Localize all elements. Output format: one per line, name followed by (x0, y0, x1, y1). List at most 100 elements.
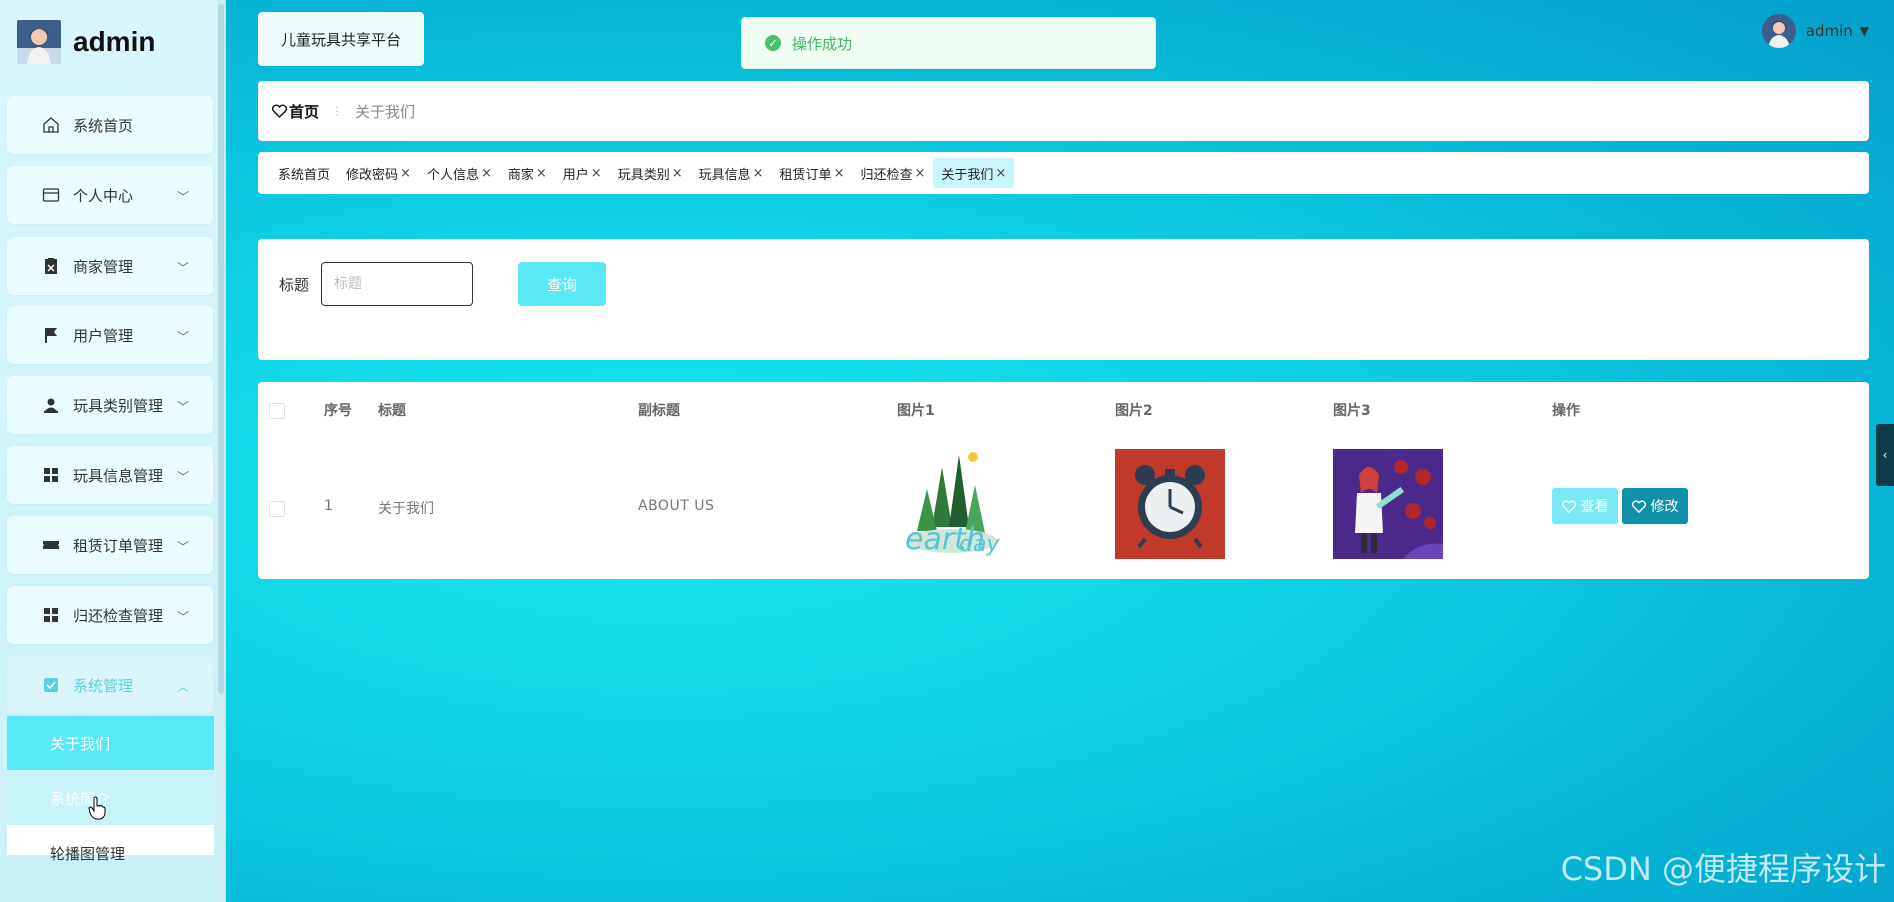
header-subtitle: 副标题 (638, 403, 680, 419)
close-icon[interactable]: × (672, 166, 683, 181)
sidebar-item-home[interactable]: 系统首页 (7, 96, 213, 154)
tag-label: 玩具信息 (698, 167, 751, 183)
row-checkbox[interactable] (269, 501, 285, 517)
sidebar-item-profile[interactable]: 个人中心 ﹀ (7, 166, 213, 224)
check-circle-icon: ✓ (765, 35, 781, 51)
header-pic2: 图片2 (1115, 403, 1153, 419)
heart-icon (272, 104, 287, 118)
success-toast: ✓ 操作成功 (741, 17, 1156, 69)
sidebar-item-label: 系统管理 (73, 676, 134, 695)
sidebar-item-label: 用户管理 (73, 326, 134, 345)
ticket-icon (41, 535, 61, 555)
sidebar-item-merchants[interactable]: 商家管理 ﹀ (7, 237, 213, 295)
card-icon (41, 185, 61, 205)
heart-icon (1561, 499, 1576, 513)
header-index: 序号 (324, 403, 352, 419)
chevron-down-icon: ﹀ (176, 540, 189, 554)
tag-users[interactable]: 用户 × (555, 158, 610, 188)
chevron-down-icon: ﹀ (176, 400, 189, 414)
tag-label: 租赁订单 (779, 167, 832, 183)
sidebar-item-label: 租赁订单管理 (73, 536, 164, 555)
scrollbar-thumb[interactable] (218, 4, 224, 694)
header-pic3: 图片3 (1333, 403, 1371, 419)
tag-label: 玩具类别 (617, 167, 670, 183)
tags-bar: 系统首页 修改密码 × 个人信息 × 商家 × 用户 × 玩具类别 × 玩具信息 × 租赁订… (258, 152, 1869, 194)
breadcrumb-home-label: 首页 (289, 102, 320, 121)
search-label: 标题 (279, 276, 310, 294)
breadcrumb-home[interactable]: 首页 (272, 101, 319, 122)
tag-home[interactable]: 系统首页 (270, 158, 338, 188)
chevron-down-icon: ﹀ (176, 261, 189, 275)
close-icon[interactable]: × (834, 166, 845, 181)
search-panel: 标题 查询 (258, 239, 1869, 360)
cell-title: 关于我们 (378, 501, 434, 517)
image-earth-day[interactable]: earth day (897, 449, 1007, 559)
tag-merchants[interactable]: 商家 × (500, 158, 555, 188)
tag-change-password[interactable]: 修改密码 × (338, 158, 419, 188)
clipboard-icon (41, 256, 61, 276)
sidebar-item-toy-info[interactable]: 玩具信息管理 ﹀ (7, 446, 213, 504)
caret-down-icon: ▼ (1859, 24, 1869, 38)
edit-button[interactable]: 修改 (1622, 488, 1688, 524)
svg-text:day: day (959, 532, 1000, 557)
close-icon[interactable]: × (481, 166, 492, 181)
home-icon (41, 115, 61, 135)
data-table: 序号 标题 副标题 图片1 图片2 图片3 操作 1 关于我们 ABOUT US… (258, 382, 1869, 579)
sidebar-item-toy-categories[interactable]: 玩具类别管理 ﹀ (7, 376, 213, 434)
close-icon[interactable]: × (591, 166, 602, 181)
search-button[interactable]: 查询 (518, 262, 606, 306)
submenu-item-about-us[interactable]: 关于我们 (7, 716, 214, 770)
avatar (1761, 14, 1796, 48)
breadcrumb: 首页 ⋮ 关于我们 (258, 81, 1869, 141)
chevron-down-icon: ﹀ (176, 610, 189, 624)
chevron-down-icon: ﹀ (176, 470, 189, 484)
heart-icon (1631, 499, 1646, 513)
brand-name: admin (73, 26, 156, 57)
side-panel-toggle[interactable]: ‹ (1876, 424, 1894, 486)
view-button[interactable]: 查看 (1552, 488, 1618, 524)
chevron-up-icon: ︿ (176, 680, 189, 694)
tag-personal-info[interactable]: 个人信息 × (419, 158, 500, 188)
tag-label: 商家 (507, 167, 534, 183)
flag-icon (41, 325, 61, 345)
grid-icon (41, 465, 61, 485)
edit-button-label: 修改 (1650, 498, 1679, 514)
toast-message: 操作成功 (792, 34, 853, 53)
tag-about-us[interactable]: 关于我们 × (933, 158, 1015, 188)
close-icon[interactable]: × (995, 166, 1006, 181)
close-icon[interactable]: × (536, 166, 547, 181)
title-search-input[interactable] (321, 262, 473, 306)
chevron-down-icon: ﹀ (176, 330, 189, 344)
breadcrumb-current: 关于我们 (355, 102, 416, 121)
select-all-checkbox[interactable] (269, 403, 285, 419)
tag-rental-orders[interactable]: 租赁订单 × (772, 158, 853, 188)
tag-toy-categories[interactable]: 玩具类别 × (610, 158, 691, 188)
tag-label: 归还检查 (860, 167, 913, 183)
sidebar-item-system[interactable]: 系统管理 ︿ (7, 656, 213, 714)
tag-label: 系统首页 (278, 167, 331, 183)
sidebar-item-return-checks[interactable]: 归还检查管理 ﹀ (7, 586, 213, 644)
watermark: CSDN @便捷程序设计 (1560, 850, 1886, 888)
user-menu[interactable]: admin ▼ (1761, 14, 1869, 48)
image-alarm-clock[interactable] (1115, 449, 1225, 559)
close-icon[interactable]: × (753, 166, 764, 181)
tag-return-checks[interactable]: 归还检查 × (852, 158, 933, 188)
submenu-item-system-intro[interactable]: 系统简介 (7, 771, 214, 825)
sidebar-item-label: 归还检查管理 (73, 606, 164, 625)
view-button-label: 查看 (1580, 498, 1609, 514)
tag-label: 用户 (562, 167, 589, 183)
user-name: admin (1805, 22, 1853, 40)
chevron-left-icon: ‹ (1882, 448, 1888, 462)
image-doctor-vaccine[interactable] (1333, 449, 1443, 559)
sidebar-item-label: 商家管理 (73, 257, 134, 276)
sidebar-item-label: 玩具类别管理 (73, 396, 164, 415)
sidebar-item-rental-orders[interactable]: 租赁订单管理 ﹀ (7, 516, 213, 574)
sidebar-item-users[interactable]: 用户管理 ﹀ (7, 306, 213, 364)
close-icon[interactable]: × (400, 166, 411, 181)
close-icon[interactable]: × (914, 166, 925, 181)
sidebar-scrollbar[interactable] (217, 0, 225, 902)
tag-toy-info[interactable]: 玩具信息 × (691, 158, 772, 188)
header-actions: 操作 (1552, 403, 1580, 419)
submenu-item-carousel[interactable]: 轮播图管理 (7, 825, 214, 863)
person-icon (41, 395, 61, 415)
